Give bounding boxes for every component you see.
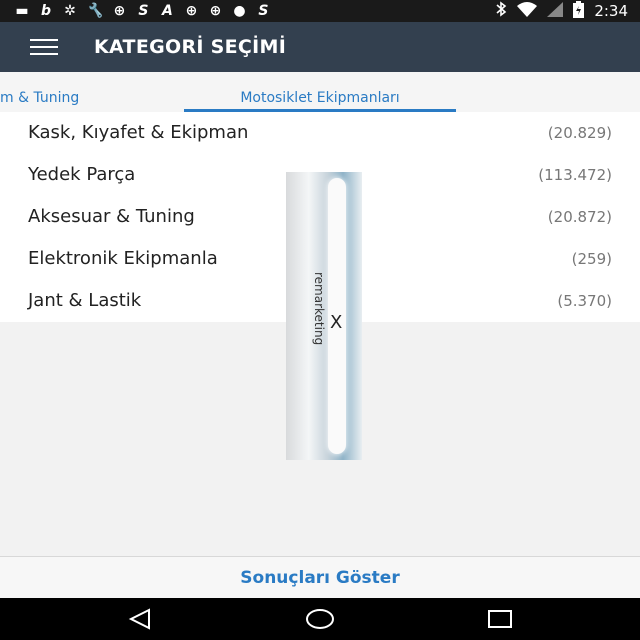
category-label: Jant & Lastik bbox=[28, 290, 142, 311]
wifi-icon bbox=[517, 1, 538, 21]
show-results-button[interactable]: Sonuçları Göster bbox=[0, 557, 640, 599]
home-icon[interactable] bbox=[290, 598, 350, 640]
category-count: (5.370) bbox=[557, 292, 612, 310]
s-icon: S bbox=[258, 3, 269, 19]
system-icons: 2:34 bbox=[495, 0, 628, 22]
category-count: (20.829) bbox=[547, 124, 612, 142]
category-label: Kask, Kıyafet & Ekipman bbox=[28, 122, 249, 143]
notification-icons: ▬ b ✲ 🔧 ⊕ S A ⊕ ⊕ ● S bbox=[14, 0, 271, 22]
signal-icon bbox=[547, 1, 564, 21]
tab-previous[interactable]: m & Tuning bbox=[0, 72, 79, 112]
a-icon: A bbox=[162, 3, 173, 19]
clock: 2:34 bbox=[594, 2, 628, 20]
app-icon: ⊕ bbox=[113, 3, 126, 19]
category-count: (20.872) bbox=[547, 208, 612, 226]
chat-icon: ▬ bbox=[15, 3, 29, 19]
app-bar: KATEGORİ SEÇİMİ bbox=[0, 22, 640, 72]
bluetooth-icon bbox=[495, 1, 507, 21]
tab-motorcycle-equipment[interactable]: Motosiklet Ekipmanları bbox=[184, 72, 456, 112]
s-icon: S bbox=[138, 3, 149, 19]
ad-text-wrapper: remarketing bbox=[304, 272, 332, 392]
app-icon: ⊕ bbox=[185, 3, 198, 19]
category-label: Elektronik Ekipmanla bbox=[28, 248, 218, 269]
category-count: (259) bbox=[571, 250, 612, 268]
recents-icon[interactable] bbox=[470, 598, 530, 640]
ad-close-icon[interactable]: X bbox=[330, 312, 342, 333]
app-icon: ⊕ bbox=[209, 3, 222, 19]
footer-bar: Sonuçları Göster bbox=[0, 556, 640, 598]
wrench-icon: 🔧 bbox=[86, 3, 104, 19]
category-tabs: m & Tuning Motosiklet Ekipmanları bbox=[0, 72, 640, 112]
list-item[interactable]: Kask, Kıyafet & Ekipman (20.829) bbox=[0, 112, 640, 154]
whatsapp-icon: ✲ bbox=[64, 3, 76, 19]
category-label: Aksesuar & Tuning bbox=[28, 206, 195, 227]
ad-text: remarketing bbox=[312, 272, 326, 346]
page-title: KATEGORİ SEÇİMİ bbox=[94, 36, 287, 58]
chat-icon: ● bbox=[233, 3, 246, 19]
status-bar: ▬ b ✲ 🔧 ⊕ S A ⊕ ⊕ ● S 2:34 bbox=[0, 0, 640, 22]
battery-icon bbox=[573, 0, 585, 22]
category-label: Yedek Parça bbox=[28, 164, 136, 185]
hamburger-menu-icon[interactable] bbox=[30, 39, 58, 55]
category-count: (113.472) bbox=[538, 166, 612, 184]
back-icon[interactable] bbox=[110, 598, 170, 640]
b-icon: b bbox=[40, 3, 52, 19]
overlay-ad-banner[interactable]: remarketing X bbox=[286, 172, 362, 460]
android-nav-bar bbox=[0, 598, 640, 640]
